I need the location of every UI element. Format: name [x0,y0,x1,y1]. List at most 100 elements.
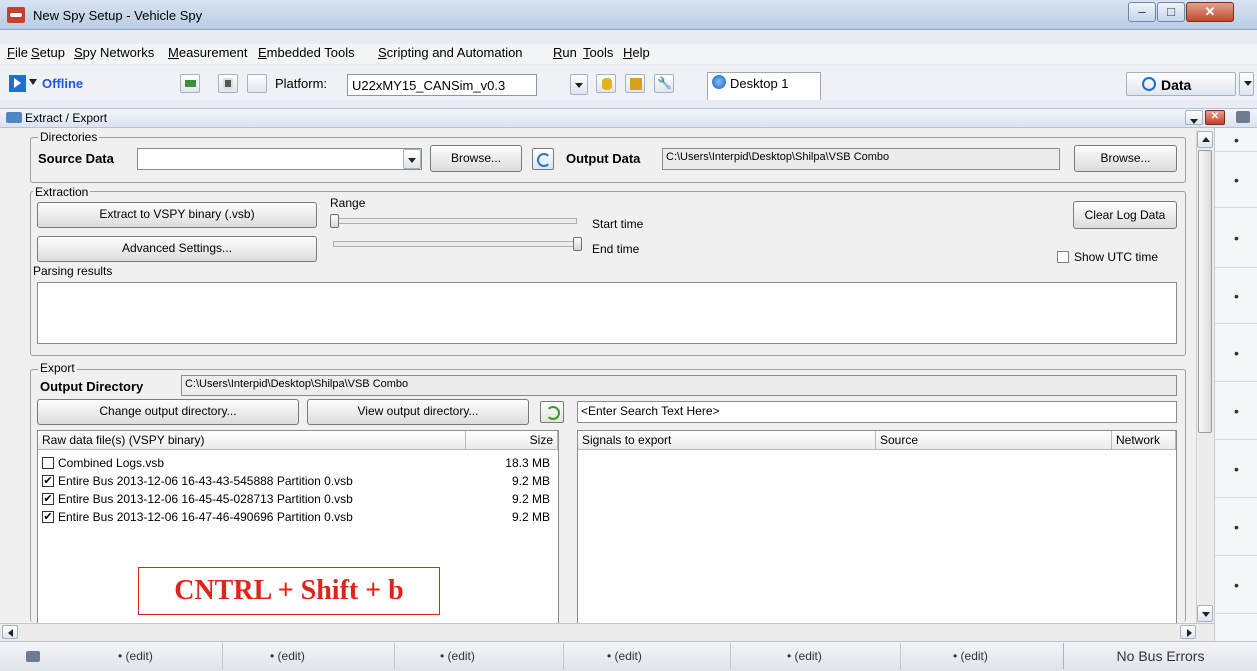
signals-column-header-signal[interactable]: Signals to export [578,431,876,450]
show-utc-checkbox[interactable] [1057,251,1069,263]
output-directory-field: C:\Users\Interpid\Desktop\Shilpa\VSB Com… [181,375,1177,396]
hardware-icon[interactable] [180,74,200,93]
dock-slot[interactable]: • [1215,128,1257,152]
dock-slot[interactable]: • [1215,382,1257,440]
dock-slot[interactable]: • [1215,440,1257,498]
source-data-label: Source Data [38,151,114,166]
menu-spy-networks[interactable]: Spy Networks [74,45,154,60]
file-checkbox[interactable]: ✔ [42,493,54,505]
export-group-label: Export [38,361,77,375]
range-label: Range [330,196,366,210]
menu-tools[interactable]: Tools [583,45,613,60]
advanced-settings-button[interactable]: Advanced Settings... [37,236,317,262]
maximize-button[interactable]: □ [1157,2,1185,22]
browse-output-button[interactable]: Browse... [1074,145,1177,172]
file-checkbox[interactable]: ✔ [42,511,54,523]
menu-embedded-tools[interactable]: Embedded Tools [258,45,355,60]
platform-dropdown-arrow-icon[interactable] [570,74,588,95]
pin-icon[interactable] [1236,111,1250,123]
close-window-button[interactable]: ✕ [1186,2,1234,22]
signals-to-export-list: Signals to export Source Network [577,430,1177,623]
wrench-icon[interactable] [654,74,674,93]
browse-source-button[interactable]: Browse... [430,145,522,172]
status-cell-edit[interactable]: • (edit) [953,649,988,663]
panel-header [0,108,1257,128]
status-separator [563,643,564,669]
panel-menu-arrow-icon[interactable] [1185,110,1203,125]
directories-group-label: Directories [38,130,100,144]
data-dropdown-arrow-icon[interactable] [1239,72,1254,96]
signal-search-input[interactable]: <Enter Search Text Here> [577,401,1177,423]
menu-setup[interactable]: Setup [31,45,65,60]
play-icon[interactable] [9,75,26,92]
scroll-up-arrow-icon[interactable] [1197,131,1213,148]
dock-slot[interactable]: • [1215,556,1257,614]
file-checkbox[interactable]: ✔ [42,475,54,487]
dock-slot[interactable]: • [1215,324,1257,382]
save-icon[interactable] [218,74,238,93]
files-column-header-name[interactable]: Raw data file(s) (VSPY binary) [38,431,466,450]
refresh-icon[interactable] [532,148,554,170]
status-cell-edit[interactable]: • (edit) [440,649,475,663]
status-pin-icon[interactable] [26,651,40,662]
clear-log-data-button[interactable]: Clear Log Data [1073,201,1177,229]
menu-run[interactable]: Run [553,45,577,60]
extract-vsb-button[interactable]: Extract to VSPY binary (.vsb) [37,202,317,228]
platform-icon[interactable] [247,74,267,93]
start-time-slider[interactable] [333,218,577,224]
scroll-left-arrow-icon[interactable] [2,625,18,639]
signals-column-header-network[interactable]: Network [1112,431,1176,450]
panel-close-button[interactable]: ✕ [1205,110,1225,125]
panel-title: Extract / Export [25,111,108,125]
dock-slot[interactable]: • [1215,498,1257,556]
dock-slot[interactable]: • [1215,152,1257,208]
data-button-label: Data [1161,77,1192,93]
right-dock-column: • • • • • • • • • [1214,128,1257,641]
dock-slot[interactable]: • [1215,208,1257,268]
end-time-slider[interactable] [333,241,577,247]
status-cell-edit[interactable]: • (edit) [787,649,822,663]
magnifier-icon [1142,77,1156,91]
connection-status: Offline [42,76,84,91]
file-row[interactable]: ✔ Entire Bus 2013-12-06 16-47-46-490696 … [42,509,554,527]
parsing-results-box [37,282,1177,344]
database-editor-icon[interactable] [625,74,645,93]
start-time-slider-thumb[interactable] [330,214,339,228]
source-dropdown-arrow-icon[interactable] [403,149,421,169]
database-icon[interactable] [596,74,616,93]
change-output-directory-button[interactable]: Change output directory... [37,399,299,425]
status-separator [394,643,395,669]
menu-measurement[interactable]: Measurement [168,45,248,60]
file-size: 9.2 MB [511,510,550,524]
scroll-down-arrow-icon[interactable] [1197,605,1213,622]
vertical-scrollbar-thumb[interactable] [1198,150,1212,433]
refresh-signals-icon[interactable] [540,401,564,423]
status-cell-edit[interactable]: • (edit) [270,649,305,663]
file-size: 9.2 MB [511,492,550,506]
end-time-label: End time [592,242,640,256]
end-time-slider-thumb[interactable] [573,237,582,251]
minimize-button[interactable]: – [1128,2,1156,22]
status-cell-edit[interactable]: • (edit) [118,649,153,663]
platform-select[interactable]: U22xMY15_CANSim_v0.3 [347,74,537,96]
vehicle-spy-app-icon [7,7,25,23]
output-directory-label: Output Directory [40,379,144,394]
signals-column-header-source[interactable]: Source [876,431,1112,450]
menu-scripting-and-automation[interactable]: Scripting and Automation [378,45,523,60]
file-checkbox[interactable] [42,457,54,469]
menu-help[interactable]: Help [623,45,650,60]
file-row[interactable]: ✔ Entire Bus 2013-12-06 16-45-45-028713 … [42,491,554,509]
file-name: Combined Logs.vsb [58,456,165,470]
view-output-directory-button[interactable]: View output directory... [307,399,529,425]
source-data-select[interactable] [137,148,422,170]
scroll-right-arrow-icon[interactable] [1180,625,1196,639]
file-row[interactable]: Combined Logs.vsb 18.3 MB [42,455,554,473]
status-cell-edit[interactable]: • (edit) [607,649,642,663]
shortcut-annotation: CNTRL + Shift + b [138,567,440,615]
files-column-header-size[interactable]: Size [466,431,558,450]
menu-file[interactable]: File [7,45,28,60]
play-dropdown-arrow-icon[interactable] [29,79,37,85]
horizontal-scrollbar[interactable] [0,623,1214,641]
file-row[interactable]: ✔ Entire Bus 2013-12-06 16-43-43-545888 … [42,473,554,491]
dock-slot[interactable]: • [1215,268,1257,324]
